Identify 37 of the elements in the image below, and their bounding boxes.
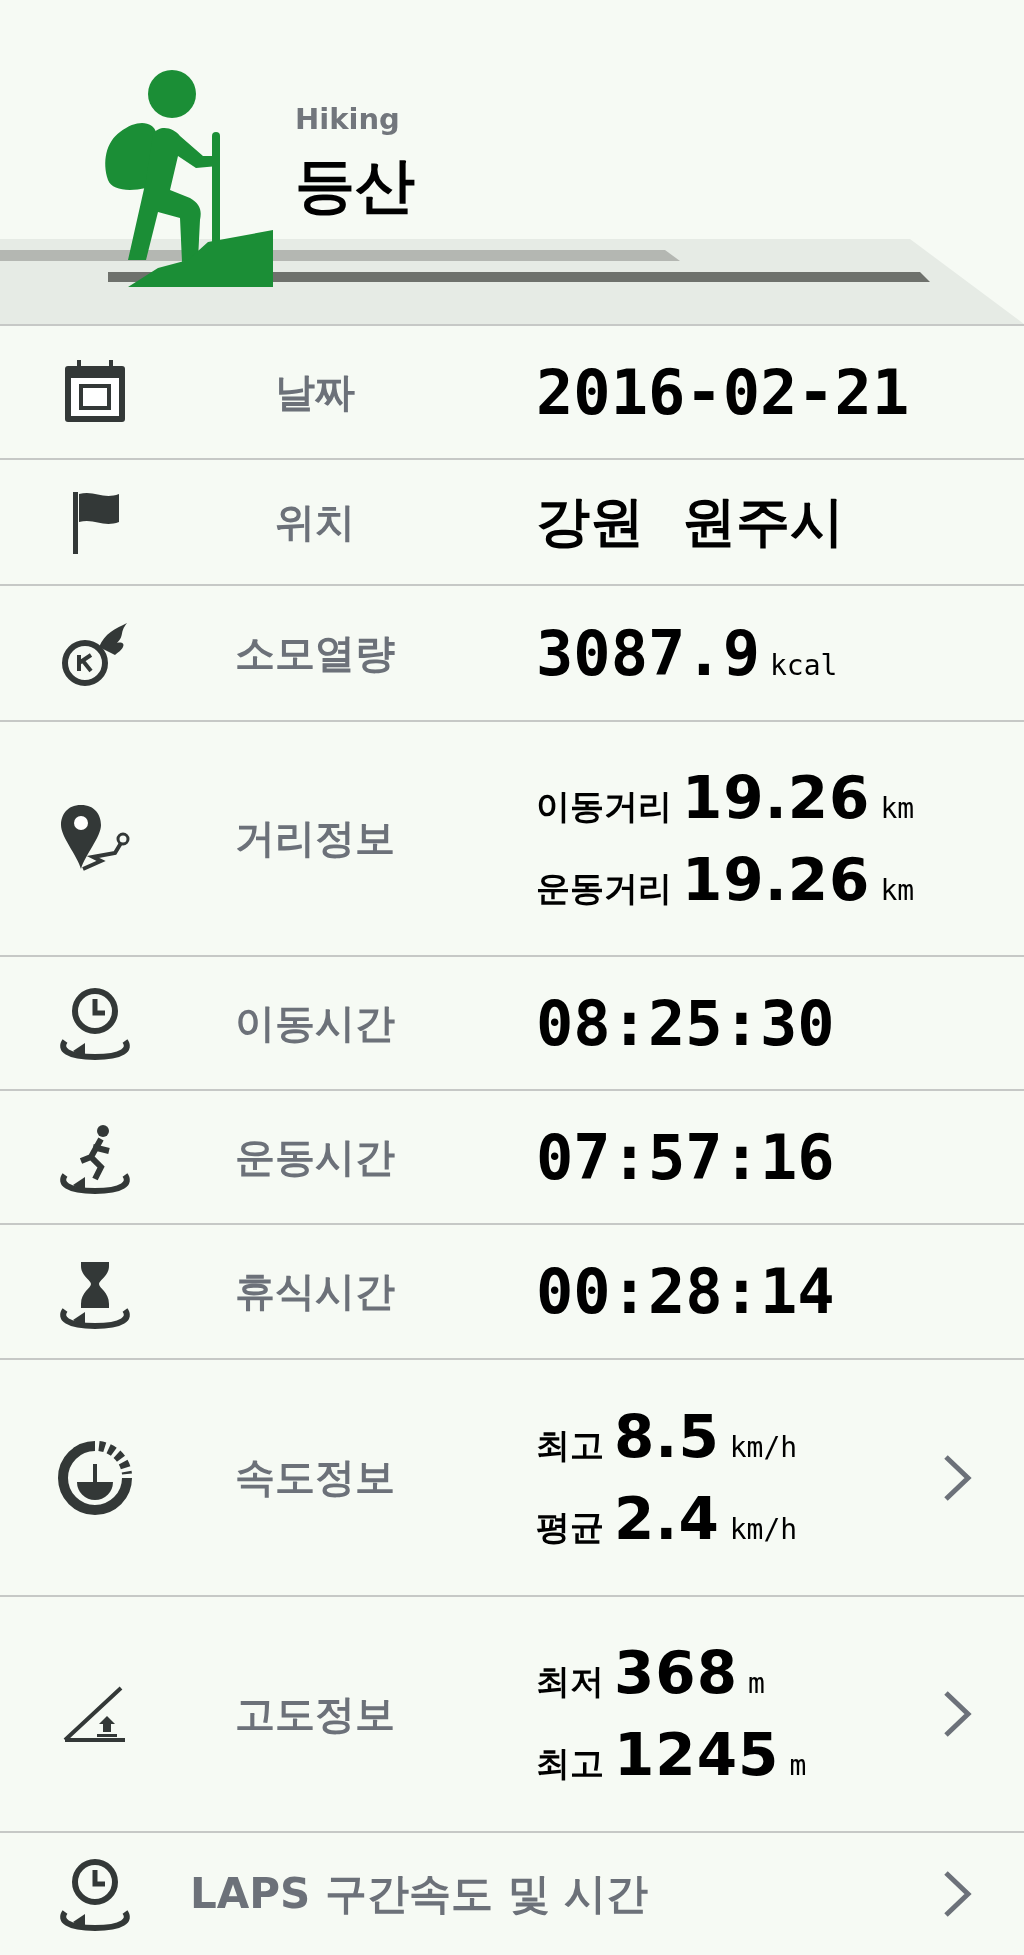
unit-label: km <box>880 791 915 825</box>
row-value: 3087.9 <box>536 616 760 690</box>
row-label: 위치 <box>274 497 356 547</box>
row-value: 19.26 <box>682 763 871 832</box>
row-label: 운동시간 <box>234 1132 396 1182</box>
unit-label: km/h <box>729 1512 798 1546</box>
subtitle: Hiking <box>295 102 401 136</box>
row-label: 휴식시간 <box>234 1267 396 1316</box>
unit-label: m <box>748 1667 765 1700</box>
row-value: 1245 <box>614 1721 780 1789</box>
row-value: 강원 원주시 <box>536 488 844 555</box>
row-value: 19.26 <box>682 845 871 914</box>
row-value: 00:28:14 <box>536 1255 835 1328</box>
row-value: 08:25:30 <box>536 986 835 1060</box>
page-title: 등산 <box>295 149 415 222</box>
unit-label: kcal <box>769 648 838 682</box>
unit-label: m <box>789 1749 807 1782</box>
value-caption: 최저 <box>536 1660 604 1703</box>
value-caption: 평균 <box>536 1505 604 1549</box>
row-value: 368 <box>614 1639 739 1707</box>
value-caption: 이동거리 <box>536 784 672 828</box>
row-value: 2.4 <box>614 1484 720 1553</box>
row-label: 고도정보 <box>234 1689 396 1739</box>
row-value: 2016-02-21 <box>536 355 910 429</box>
row-label: 속도정보 <box>234 1453 396 1502</box>
row-label: 날짜 <box>274 367 356 417</box>
value-caption: 최고 <box>536 1423 604 1467</box>
row-value: 8.5 <box>614 1402 720 1471</box>
unit-label: km <box>880 873 915 907</box>
value-caption: 운동거리 <box>536 866 672 910</box>
value-caption: 최고 <box>536 1742 604 1785</box>
row-value: 07:57:16 <box>536 1120 835 1194</box>
row-label: 이동시간 <box>234 998 396 1048</box>
row-label: 소모열량 <box>234 628 396 678</box>
unit-label: km/h <box>729 1430 798 1464</box>
row-label: 거리정보 <box>234 814 396 863</box>
row-label: LAPS 구간속도 및 시간 <box>190 1868 650 1920</box>
